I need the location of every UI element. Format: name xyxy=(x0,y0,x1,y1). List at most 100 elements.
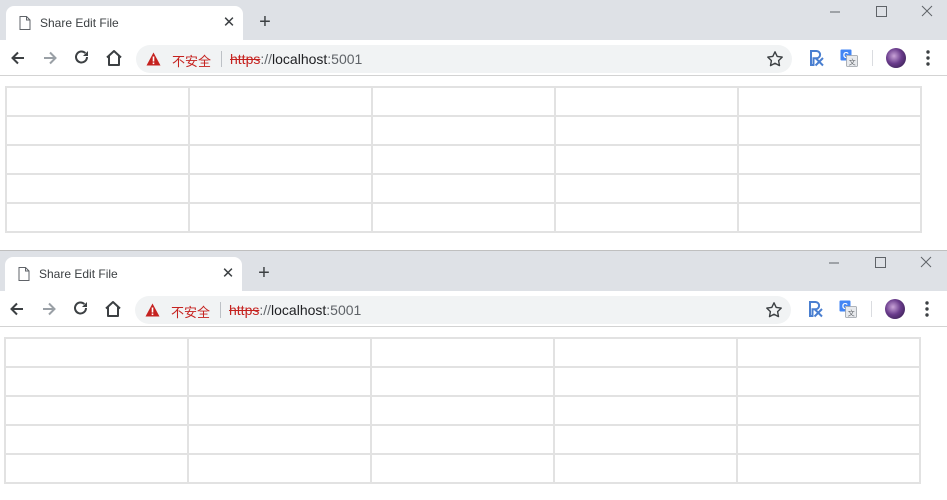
table-cell[interactable] xyxy=(553,337,738,368)
not-secure-label[interactable]: 不安全 xyxy=(171,302,210,321)
kebab-menu-icon[interactable] xyxy=(919,300,935,318)
reload-icon[interactable] xyxy=(72,48,92,68)
table-cell[interactable] xyxy=(5,86,190,117)
table-cell[interactable] xyxy=(554,173,739,204)
tab-title: Share Edit File xyxy=(39,267,118,281)
svg-text:文: 文 xyxy=(848,308,855,317)
table-row xyxy=(5,144,922,175)
close-icon[interactable]: ✕ xyxy=(222,15,236,30)
table-cell[interactable] xyxy=(4,366,189,397)
plus-icon: + xyxy=(259,11,271,33)
back-arrow-icon[interactable] xyxy=(7,299,27,319)
table-cell[interactable] xyxy=(737,202,922,233)
table-cell[interactable] xyxy=(187,337,372,368)
warning-icon[interactable] xyxy=(145,303,160,317)
table-cell[interactable] xyxy=(4,424,189,455)
new-tab-button[interactable]: + xyxy=(255,12,275,32)
table-cell[interactable] xyxy=(553,453,738,484)
google-translate-icon[interactable]: G文 xyxy=(840,49,858,67)
table-cell[interactable] xyxy=(5,115,190,146)
minimize-icon[interactable] xyxy=(825,4,845,20)
avatar[interactable] xyxy=(886,48,906,68)
table-cell[interactable] xyxy=(5,144,190,175)
toolbar: 不安全 https://localhost:5001 G文 xyxy=(0,291,947,327)
table-row xyxy=(4,337,921,368)
table-cell[interactable] xyxy=(188,173,373,204)
table-cell[interactable] xyxy=(188,86,373,117)
tab-share-edit-file[interactable]: Share Edit File ✕ xyxy=(5,257,242,291)
table-cell[interactable] xyxy=(554,144,739,175)
table-cell[interactable] xyxy=(187,395,372,426)
table-cell[interactable] xyxy=(5,202,190,233)
home-icon[interactable] xyxy=(103,299,123,319)
table-cell[interactable] xyxy=(553,366,738,397)
table-cell[interactable] xyxy=(371,144,556,175)
table-cell[interactable] xyxy=(4,395,189,426)
maximize-icon[interactable] xyxy=(871,4,891,20)
rx-extension-icon[interactable] xyxy=(807,300,825,318)
window-close-icon[interactable] xyxy=(916,255,936,271)
window-close-icon[interactable] xyxy=(917,4,937,20)
table-cell[interactable] xyxy=(736,424,921,455)
table-cell[interactable] xyxy=(188,202,373,233)
table-cell[interactable] xyxy=(371,202,556,233)
not-secure-label[interactable]: 不安全 xyxy=(172,51,211,70)
kebab-menu-icon[interactable] xyxy=(920,49,936,67)
table-cell[interactable] xyxy=(737,115,922,146)
table-cell[interactable] xyxy=(371,173,556,204)
page-content xyxy=(0,77,947,250)
table-cell[interactable] xyxy=(554,202,739,233)
table-cell[interactable] xyxy=(736,337,921,368)
rx-extension-icon[interactable] xyxy=(808,49,826,67)
url-text[interactable]: https://localhost:5001 xyxy=(230,51,362,67)
toolbar: 不安全 https://localhost:5001 G文 xyxy=(0,40,947,76)
table-cell[interactable] xyxy=(187,453,372,484)
avatar[interactable] xyxy=(885,299,905,319)
table-cell[interactable] xyxy=(5,173,190,204)
star-icon[interactable] xyxy=(766,50,784,68)
warning-icon[interactable] xyxy=(146,52,161,66)
google-translate-icon[interactable]: G文 xyxy=(839,300,857,318)
forward-arrow-icon[interactable] xyxy=(40,48,60,68)
table-cell[interactable] xyxy=(188,144,373,175)
home-icon[interactable] xyxy=(104,48,124,68)
table-cell[interactable] xyxy=(737,173,922,204)
new-tab-button[interactable]: + xyxy=(254,263,274,283)
table-cell[interactable] xyxy=(370,337,555,368)
minimize-icon[interactable] xyxy=(824,255,844,271)
tab-share-edit-file[interactable]: Share Edit File ✕ xyxy=(6,6,243,40)
title-bar: Share Edit File ✕ + xyxy=(0,0,947,40)
back-arrow-icon[interactable] xyxy=(8,48,28,68)
table-cell[interactable] xyxy=(370,395,555,426)
table-cell[interactable] xyxy=(737,86,922,117)
star-icon[interactable] xyxy=(765,301,783,319)
url-text[interactable]: https://localhost:5001 xyxy=(229,302,361,318)
toolbar-divider xyxy=(871,301,872,317)
table-row xyxy=(4,424,921,455)
table-cell[interactable] xyxy=(4,337,189,368)
table-cell[interactable] xyxy=(553,395,738,426)
table-cell[interactable] xyxy=(736,366,921,397)
table-cell[interactable] xyxy=(370,366,555,397)
reload-icon[interactable] xyxy=(71,299,91,319)
table-cell[interactable] xyxy=(4,453,189,484)
tab-title: Share Edit File xyxy=(40,16,119,30)
table-cell[interactable] xyxy=(554,115,739,146)
table-cell[interactable] xyxy=(371,86,556,117)
table-cell[interactable] xyxy=(187,424,372,455)
table-cell[interactable] xyxy=(187,366,372,397)
maximize-icon[interactable] xyxy=(870,255,890,271)
table-cell[interactable] xyxy=(553,424,738,455)
table-cell[interactable] xyxy=(370,453,555,484)
table-cell[interactable] xyxy=(737,144,922,175)
close-icon[interactable]: ✕ xyxy=(221,266,235,281)
forward-arrow-icon[interactable] xyxy=(39,299,59,319)
address-bar[interactable]: 不安全 https://localhost:5001 xyxy=(135,296,791,324)
table-cell[interactable] xyxy=(736,453,921,484)
table-cell[interactable] xyxy=(370,424,555,455)
address-bar[interactable]: 不安全 https://localhost:5001 xyxy=(136,45,792,73)
table-cell[interactable] xyxy=(554,86,739,117)
table-cell[interactable] xyxy=(188,115,373,146)
table-cell[interactable] xyxy=(371,115,556,146)
table-cell[interactable] xyxy=(736,395,921,426)
